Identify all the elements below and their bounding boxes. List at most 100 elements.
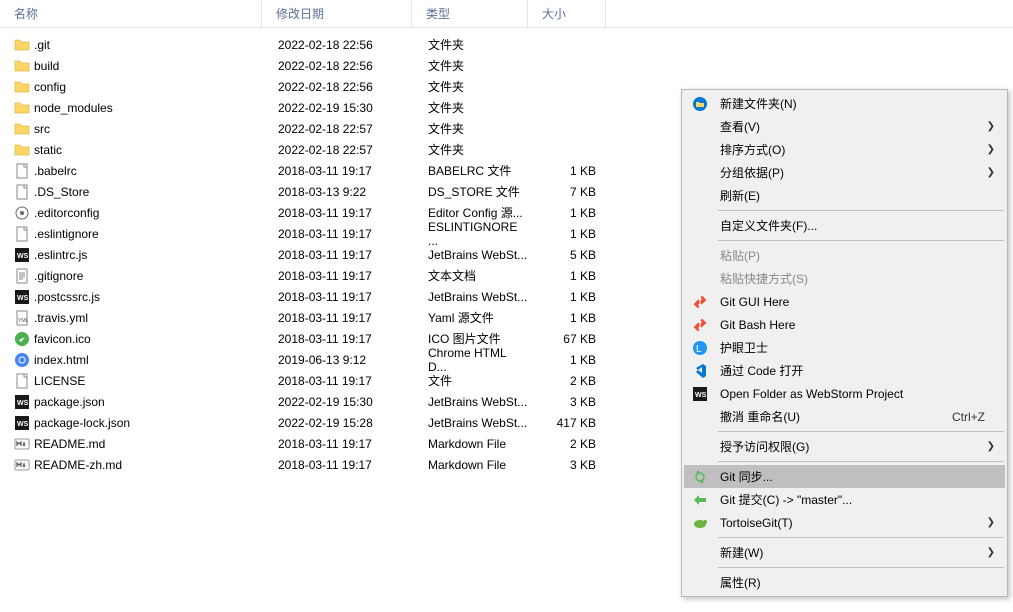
file-type: 文本文档 [412, 267, 528, 284]
file-name: .travis.yml [34, 311, 88, 325]
menu-separator [718, 537, 1004, 538]
column-header-date[interactable]: 修改日期 [262, 0, 412, 27]
file-size: 1 KB [528, 290, 606, 304]
file-type: 文件夹 [412, 141, 528, 158]
menu-item[interactable]: 新建文件夹(N) [684, 92, 1005, 115]
menu-item-icon [688, 188, 712, 204]
file-date: 2018-03-11 19:17 [262, 206, 412, 220]
svg-text:WS: WS [695, 392, 707, 399]
svg-text:WS: WS [17, 295, 29, 302]
menu-separator [718, 240, 1004, 241]
menu-item-label: 通过 Code 打开 [712, 362, 1005, 379]
file-type: 文件夹 [412, 120, 528, 137]
file-size: 1 KB [528, 311, 606, 325]
menu-item[interactable]: 自定义文件夹(F)... [684, 214, 1005, 237]
menu-item[interactable]: 刷新(E) [684, 184, 1005, 207]
menu-item[interactable]: 排序方式(O)❯ [684, 138, 1005, 161]
menu-item: 粘贴快捷方式(S) [684, 267, 1005, 290]
menu-item-icon [688, 119, 712, 135]
file-name: LICENSE [34, 374, 85, 388]
file-size: 2 KB [528, 374, 606, 388]
file-type: ESLINTIGNORE ... [412, 220, 528, 248]
menu-item[interactable]: 新建(W)❯ [684, 541, 1005, 564]
file-icon: WS [14, 415, 30, 431]
file-date: 2018-03-11 19:17 [262, 374, 412, 388]
menu-item[interactable]: Git 提交(C) -> "master"... [684, 488, 1005, 511]
menu-item-icon [688, 165, 712, 181]
menu-item-shortcut: Ctrl+Z [952, 410, 1005, 424]
menu-separator [718, 567, 1004, 568]
file-name: static [34, 143, 62, 157]
file-size: 7 KB [528, 185, 606, 199]
file-date: 2018-03-11 19:17 [262, 164, 412, 178]
menu-item-icon [688, 248, 712, 264]
file-name: .gitignore [34, 269, 83, 283]
menu-item-icon [688, 469, 712, 485]
menu-item-label: 刷新(E) [712, 187, 1005, 204]
menu-item[interactable]: 授予访问权限(G)❯ [684, 435, 1005, 458]
file-name: .eslintrc.js [34, 248, 87, 262]
file-row[interactable]: build 2022-02-18 22:56 文件夹 [0, 55, 1013, 76]
file-type: DS_STORE 文件 [412, 183, 528, 200]
file-type: 文件夹 [412, 57, 528, 74]
menu-item[interactable]: Git Bash Here [684, 313, 1005, 336]
file-name: README-zh.md [34, 458, 122, 472]
menu-item-label: 属性(R) [712, 574, 1005, 591]
menu-item[interactable]: 查看(V)❯ [684, 115, 1005, 138]
file-type: JetBrains WebSt... [412, 248, 528, 262]
menu-item-icon [688, 271, 712, 287]
file-name: src [34, 122, 50, 136]
menu-item-label: Git GUI Here [712, 295, 1005, 309]
file-icon [14, 37, 30, 53]
column-header-size[interactable]: 大小 [528, 0, 606, 27]
menu-item-label: TortoiseGit(T) [712, 516, 1005, 530]
file-type: JetBrains WebSt... [412, 290, 528, 304]
file-row[interactable]: .git 2022-02-18 22:56 文件夹 [0, 34, 1013, 55]
menu-item-icon [688, 142, 712, 158]
file-icon: WS [14, 247, 30, 263]
submenu-arrow-icon: ❯ [987, 121, 995, 132]
file-name: build [34, 59, 59, 73]
file-type: 文件夹 [412, 99, 528, 116]
file-size: 1 KB [528, 269, 606, 283]
file-icon [14, 79, 30, 95]
menu-item-icon: WS [688, 386, 712, 402]
file-size: 5 KB [528, 248, 606, 262]
svg-text:YML: YML [18, 318, 29, 324]
submenu-arrow-icon: ❯ [987, 517, 995, 528]
file-date: 2018-03-11 19:17 [262, 248, 412, 262]
column-header-type[interactable]: 类型 [412, 0, 528, 27]
file-type: JetBrains WebSt... [412, 395, 528, 409]
column-header-name[interactable]: 名称 [0, 0, 262, 27]
file-icon [14, 268, 30, 284]
file-name: config [34, 80, 66, 94]
menu-item: 粘贴(P) [684, 244, 1005, 267]
svg-text:WS: WS [17, 400, 29, 407]
menu-item[interactable]: 通过 Code 打开 [684, 359, 1005, 382]
menu-item[interactable]: 属性(R) [684, 571, 1005, 594]
file-name: package-lock.json [34, 416, 130, 430]
svg-text:WS: WS [17, 421, 29, 428]
menu-item-icon [688, 96, 712, 112]
menu-item[interactable]: TortoiseGit(T)❯ [684, 511, 1005, 534]
submenu-arrow-icon: ❯ [987, 167, 995, 178]
file-name: node_modules [34, 101, 113, 115]
menu-item[interactable]: 撤消 重命名(U)Ctrl+Z [684, 405, 1005, 428]
file-name: README.md [34, 437, 105, 451]
file-type: Markdown File [412, 437, 528, 451]
menu-item[interactable]: L 护眼卫士 [684, 336, 1005, 359]
menu-item-label: 撤消 重命名(U) [712, 408, 952, 425]
menu-item[interactable]: Git 同步... [684, 465, 1005, 488]
file-size: 1 KB [528, 227, 606, 241]
file-icon [14, 457, 30, 473]
file-size: 2 KB [528, 437, 606, 451]
menu-item-label: 粘贴快捷方式(S) [712, 270, 1005, 287]
menu-item[interactable]: Git GUI Here [684, 290, 1005, 313]
file-type: BABELRC 文件 [412, 162, 528, 179]
file-icon [14, 142, 30, 158]
menu-item[interactable]: 分组依据(P)❯ [684, 161, 1005, 184]
menu-item-icon [688, 575, 712, 591]
file-size: 3 KB [528, 458, 606, 472]
file-name: index.html [34, 353, 89, 367]
menu-item[interactable]: WS Open Folder as WebStorm Project [684, 382, 1005, 405]
